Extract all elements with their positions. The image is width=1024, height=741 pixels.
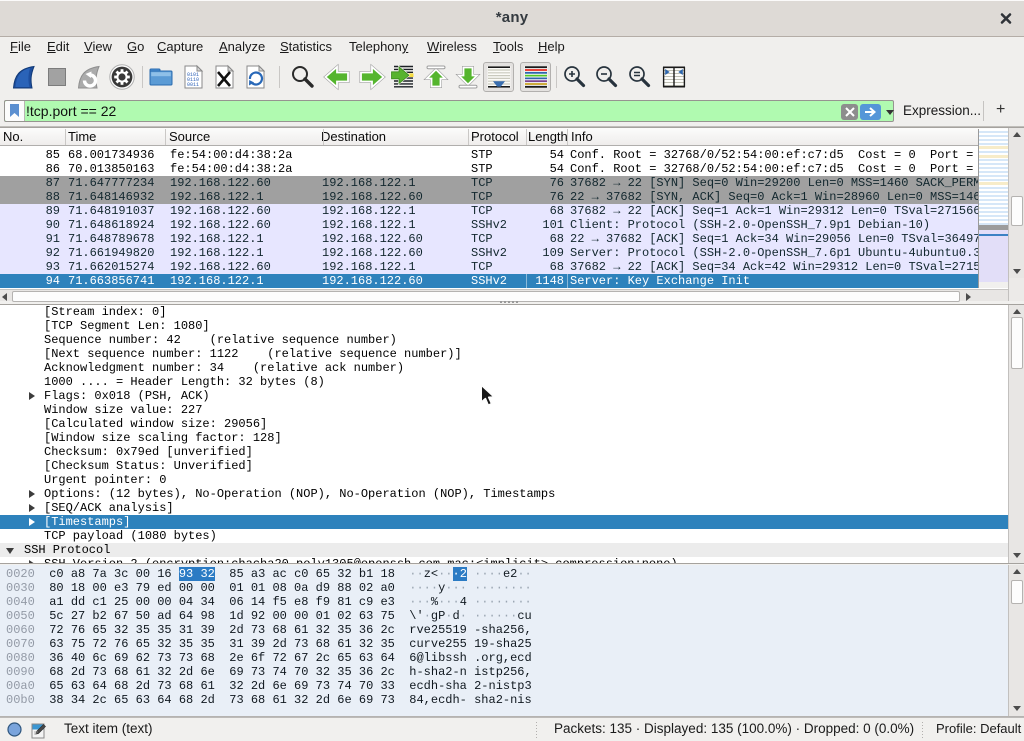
svg-text:0011: 0011 (187, 82, 199, 88)
